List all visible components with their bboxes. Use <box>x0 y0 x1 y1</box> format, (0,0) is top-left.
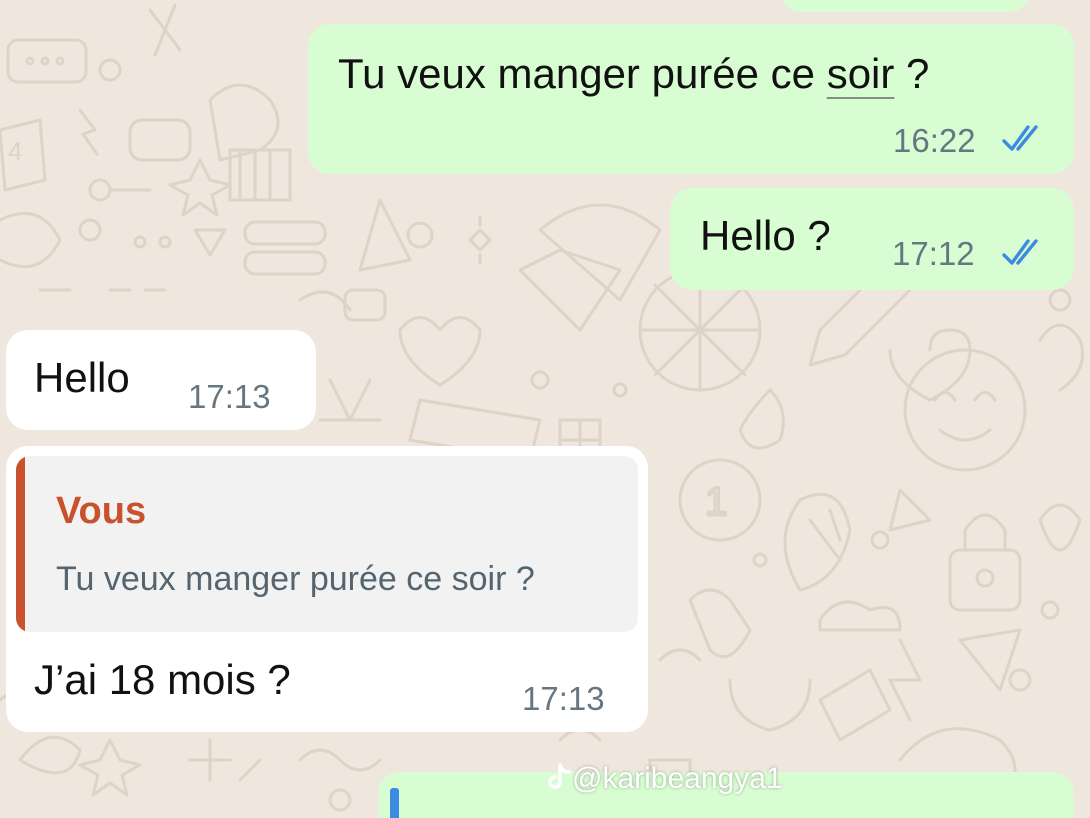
message-time: 17:13 <box>522 680 605 717</box>
tiktok-icon <box>548 763 571 789</box>
svg-text:4: 4 <box>8 136 22 166</box>
message-time: 17:13 <box>188 378 271 415</box>
outgoing-message-bubble[interactable]: Hello ? 17:12 <box>670 188 1074 290</box>
message-text: J’ai 18 mois ? <box>34 656 291 703</box>
quote-accent-bar <box>390 788 399 818</box>
previous-message-bubble[interactable] <box>780 0 1030 12</box>
quote-accent-bar <box>16 456 25 632</box>
message-text: Tu veux manger purée ce soir ? <box>338 50 930 97</box>
message-text: Hello <box>34 354 130 401</box>
double-check-read-icon <box>1002 125 1038 151</box>
message-time: 17:12 <box>892 235 975 272</box>
underlined-word: soir <box>826 50 895 97</box>
incoming-message-bubble[interactable]: Hello 17:13 <box>6 330 316 430</box>
outgoing-message-bubble[interactable]: Tu veux manger purée ce soir ? 16:22 <box>308 24 1074 174</box>
quoted-text: Tu veux manger purée ce soir ? <box>56 560 535 598</box>
incoming-reply-message-bubble[interactable]: Vous Tu veux manger purée ce soir ? J’ai… <box>6 446 648 732</box>
double-check-read-icon <box>1002 239 1038 265</box>
quoted-message[interactable]: Vous Tu veux manger purée ce soir ? <box>16 456 638 632</box>
message-text: Hello ? <box>700 212 831 259</box>
watermark-handle: @karibeangya1 <box>572 762 783 795</box>
svg-text:1: 1 <box>705 480 727 524</box>
quoted-author: Vous <box>56 490 147 532</box>
message-time: 16:22 <box>893 122 976 159</box>
watermark: @karibeangya1 <box>546 762 783 796</box>
